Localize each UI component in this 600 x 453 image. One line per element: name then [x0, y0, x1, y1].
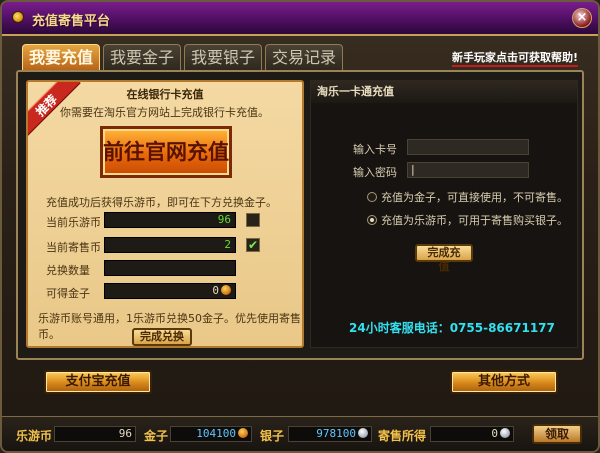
- complete-recharge-button[interactable]: 完成充值: [415, 244, 473, 273]
- coin-icon: [12, 11, 24, 23]
- card-password-input[interactable]: |: [407, 162, 529, 178]
- footer-coin-label: 乐游币: [16, 429, 53, 443]
- current-coin-checkbox[interactable]: [246, 213, 260, 227]
- current-coin-field: 96: [104, 212, 236, 228]
- card-recharge-panel: 淘乐一卡通充值 输入卡号 输入密码 | 充值为金子，可直接使用，不可寄售。 充值…: [310, 80, 578, 348]
- recharge-window: 充值寄售平台 × 我要充值 我要金子 我要银子 交易记录 新手玩家点击可获取帮助…: [0, 0, 600, 453]
- gold-coin-icon: [221, 285, 231, 295]
- footer-consign-label: 寄售所得: [378, 429, 427, 443]
- footer-gold-value: 104100: [196, 427, 236, 440]
- current-consign-label: 当前寄售币: [46, 241, 101, 254]
- footer-bar: 乐游币 96 金子 104100 银子 978100 寄售所得 0 领取: [2, 416, 598, 451]
- current-consign-checkbox[interactable]: ✔: [246, 238, 260, 252]
- exchange-amount-input[interactable]: [104, 260, 236, 276]
- content-frame: 推荐 在线银行卡充值 你需要在淘乐官方网站上完成银行卡充值。 前往官网充值 充值…: [16, 70, 584, 360]
- radio-recharge-gold[interactable]: 充值为金子，可直接使用，不可寄售。: [367, 189, 568, 205]
- gold-gain-value: 0: [212, 284, 219, 297]
- footer-consign-field: 0: [430, 426, 514, 442]
- bank-hint: 你需要在淘乐官方网站上完成银行卡充值。: [60, 106, 269, 119]
- radio-recharge-coin[interactable]: 充值为乐游币，可用于寄售购买银子。: [367, 212, 568, 228]
- gold-gain-field: 0: [104, 283, 236, 299]
- close-icon: ×: [576, 10, 588, 25]
- complete-exchange-button[interactable]: 完成兑换: [132, 328, 192, 346]
- close-button[interactable]: ×: [572, 8, 592, 28]
- title-bar[interactable]: 充值寄售平台 ×: [2, 2, 598, 36]
- bank-recharge-panel: 推荐 在线银行卡充值 你需要在淘乐官方网站上完成银行卡充值。 前往官网充值 充值…: [26, 80, 304, 348]
- card-password-label: 输入密码: [353, 166, 397, 179]
- radio-gold-label: 充值为金子，可直接使用，不可寄售。: [381, 191, 568, 204]
- gold-coin-icon: [238, 428, 248, 438]
- silver-coin-icon: [500, 428, 510, 438]
- footer-silver-field: 978100: [288, 426, 372, 442]
- tab-recharge[interactable]: 我要充值: [22, 44, 101, 70]
- other-methods-button[interactable]: 其他方式: [450, 370, 558, 394]
- tab-buy-gold[interactable]: 我要金子: [103, 44, 182, 70]
- card-panel-title: 淘乐一卡通充值: [311, 81, 577, 103]
- customer-hotline: 24小时客服电话：0755-86671177: [349, 321, 555, 335]
- tab-bar: 我要充值 我要金子 我要银子 交易记录: [22, 44, 344, 70]
- footer-silver-label: 银子: [260, 429, 285, 443]
- checkmark-icon: ✔: [247, 238, 259, 252]
- window-title: 充值寄售平台: [32, 14, 111, 29]
- current-consign-field: 2: [104, 237, 236, 253]
- footer-gold-field: 104100: [170, 426, 252, 442]
- claim-button[interactable]: 领取: [532, 424, 582, 444]
- tab-buy-silver[interactable]: 我要银子: [184, 44, 263, 70]
- bank-panel-title: 在线银行卡充值: [126, 88, 204, 101]
- bank-note: 充值成功后获得乐游币，即可在下方兑换金子。: [46, 196, 277, 209]
- footer-coin-field: 96: [54, 426, 136, 442]
- exchange-amount-label: 兑换数量: [46, 264, 90, 277]
- tab-trade-records[interactable]: 交易记录: [265, 44, 344, 70]
- current-coin-label: 当前乐游币: [46, 216, 101, 229]
- radio-gold-icon[interactable]: [367, 192, 377, 202]
- footer-gold-label: 金子: [144, 429, 169, 443]
- footer-consign-value: 0: [491, 427, 498, 440]
- radio-coin-label: 充值为乐游币，可用于寄售购买银子。: [381, 214, 568, 227]
- gold-gain-label: 可得金子: [46, 287, 90, 300]
- help-link[interactable]: 新手玩家点击可获取帮助!: [451, 49, 578, 67]
- silver-coin-icon: [358, 428, 368, 438]
- radio-coin-icon[interactable]: [367, 215, 377, 225]
- card-number-input[interactable]: [407, 139, 529, 155]
- card-number-label: 输入卡号: [353, 143, 397, 156]
- official-site-recharge-button[interactable]: 前往官网充值: [100, 126, 232, 178]
- alipay-recharge-button[interactable]: 支付宝充值: [44, 370, 152, 394]
- footer-silver-value: 978100: [316, 427, 356, 440]
